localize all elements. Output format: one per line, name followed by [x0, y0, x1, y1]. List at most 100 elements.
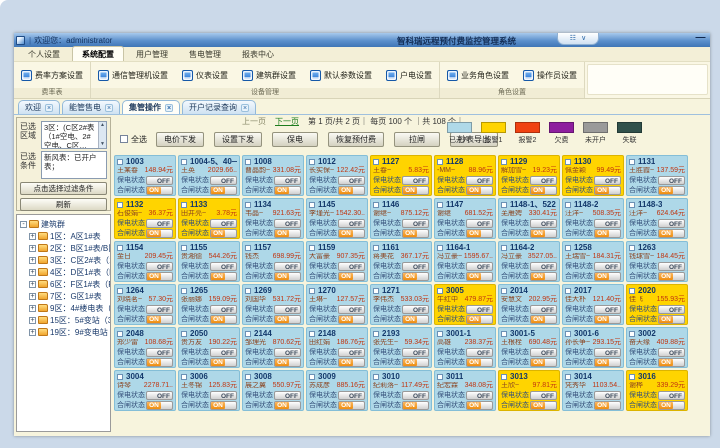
meter-card[interactable]: 1157 钱杰 698.99元 保电状态 OFF — [242, 241, 304, 282]
protect-status-toggle[interactable]: OFF — [274, 348, 301, 357]
protect-status-toggle[interactable]: OFF — [338, 305, 365, 314]
switch-status-toggle[interactable]: ON — [210, 401, 237, 410]
protect-status-toggle[interactable]: OFF — [466, 219, 493, 228]
protect-status-toggle[interactable]: OFF — [338, 391, 365, 400]
meter-card[interactable]: 1127 王春~ 5.83元 保电状态 OFF — [370, 155, 432, 196]
meter-card[interactable]: 1265 张丽娜 159.09元 保电状态 OFF — [178, 284, 240, 325]
expand-icon[interactable]: + — [29, 245, 36, 252]
ribbon-button[interactable]: 通信管理机设置 — [98, 70, 168, 81]
meter-card[interactable]: 1145 李瑾光~ 1542.30.. 保电状态 OFF — [306, 198, 368, 239]
protect-status-toggle[interactable]: OFF — [530, 348, 557, 357]
tree-node[interactable]: + 9区：4#楼电表（4#楼… — [20, 302, 110, 314]
meter-checkbox[interactable] — [117, 374, 123, 380]
switch-status-toggle[interactable]: ON — [146, 229, 173, 238]
meter-card[interactable]: 1159 大富豪 907.35元 保电状态 OFF — [306, 241, 368, 282]
meter-card[interactable]: 1147 谢继 681.52元 保电状态 OFF — [434, 198, 496, 239]
meter-card[interactable]: 1133 田井亮~ 3.78元 保电状态 OFF — [178, 198, 240, 239]
menu-tab[interactable]: 报表中心 — [233, 47, 283, 61]
switch-status-toggle[interactable]: ON — [658, 186, 685, 195]
meter-card[interactable]: 2148 田红娟 186.76元 保电状态 OFF — [306, 327, 368, 368]
protect-status-toggle[interactable]: OFF — [530, 219, 557, 228]
meter-checkbox[interactable] — [117, 159, 123, 165]
meter-checkbox[interactable] — [565, 374, 571, 380]
action-button[interactable]: 设置下发 — [214, 132, 262, 147]
tree-node[interactable]: + 19区：9#变电站（2#… — [20, 326, 110, 338]
switch-status-toggle[interactable]: ON — [210, 272, 237, 281]
meter-card[interactable]: 3008 展之翼 550.97元 保电状态 OFF — [242, 370, 304, 411]
meter-card[interactable]: 3013 王欣~ 97.81元 保电状态 OFF — [498, 370, 560, 411]
tree-node[interactable]: + 6区：F区1#表（F区1#… — [20, 278, 110, 290]
protect-status-toggle[interactable]: OFF — [658, 391, 685, 400]
tree-node[interactable]: + 15区：5#变站（3#变… — [20, 314, 110, 326]
switch-status-toggle[interactable]: ON — [146, 315, 173, 324]
switch-status-toggle[interactable]: ON — [466, 315, 493, 324]
tab-close-icon[interactable]: × — [165, 104, 173, 112]
protect-status-toggle[interactable]: OFF — [338, 348, 365, 357]
meter-card[interactable]: 1132 石俊娟~ 36.37元 保电状态 OFF — [114, 198, 176, 239]
protect-status-toggle[interactable]: OFF — [466, 348, 493, 357]
meter-checkbox[interactable] — [309, 374, 315, 380]
switch-status-toggle[interactable]: ON — [658, 272, 685, 281]
meter-card[interactable]: 3009 苏成彦 885.16元 保电状态 OFF — [306, 370, 368, 411]
protect-status-toggle[interactable]: OFF — [594, 262, 621, 271]
meter-card[interactable]: 1131 王胜霞~ 137.59元 保电状态 OFF — [626, 155, 688, 196]
minimize-button[interactable]: — — [695, 34, 706, 44]
meter-checkbox[interactable] — [245, 374, 251, 380]
meter-card[interactable]: 3001-5 王根栓 690.48元 保电状态 OFF — [498, 327, 560, 368]
switch-status-toggle[interactable]: ON — [402, 358, 429, 367]
protect-status-toggle[interactable]: OFF — [146, 348, 173, 357]
switch-status-toggle[interactable]: ON — [210, 186, 237, 195]
action-button[interactable]: 恢复预付费 — [328, 132, 384, 147]
meter-checkbox[interactable] — [245, 202, 251, 208]
select-all-control[interactable]: 全选 — [120, 134, 147, 145]
protect-status-toggle[interactable]: OFF — [594, 305, 621, 314]
switch-status-toggle[interactable]: ON — [274, 272, 301, 281]
switch-status-toggle[interactable]: ON — [274, 186, 301, 195]
ribbon-button[interactable]: 户电设置 — [386, 70, 432, 81]
protect-status-toggle[interactable]: OFF — [338, 219, 365, 228]
switch-status-toggle[interactable]: ON — [210, 315, 237, 324]
meter-checkbox[interactable] — [309, 202, 315, 208]
protect-status-toggle[interactable]: OFF — [594, 391, 621, 400]
menu-tab[interactable]: 售电管理 — [180, 47, 230, 61]
protect-status-toggle[interactable]: OFF — [402, 176, 429, 185]
protect-status-toggle[interactable]: OFF — [594, 176, 621, 185]
switch-status-toggle[interactable]: ON — [530, 272, 557, 281]
skin-icon[interactable]: ☷ — [570, 35, 576, 42]
protect-status-toggle[interactable]: OFF — [402, 348, 429, 357]
switch-status-toggle[interactable]: ON — [338, 186, 365, 195]
meter-card[interactable]: 1003 王某春 148.94元 保电状态 OFF — [114, 155, 176, 196]
protect-status-toggle[interactable]: OFF — [274, 391, 301, 400]
protect-status-toggle[interactable]: OFF — [594, 219, 621, 228]
meter-card[interactable]: 3016 谢桦 339.29元 保电状态 OFF — [626, 370, 688, 411]
meter-checkbox[interactable] — [565, 331, 571, 337]
switch-status-toggle[interactable]: ON — [594, 401, 621, 410]
meter-card[interactable]: 3010 纪莉落~ 117.49元 保电状态 OFF — [370, 370, 432, 411]
meter-checkbox[interactable] — [309, 288, 315, 294]
document-tab[interactable]: 集管操作 × — [122, 100, 180, 114]
tree-node[interactable]: + 4区：D区1#表（D区1… — [20, 266, 110, 278]
meter-card[interactable]: 1264 刘晓茗~ 57.30元 保电状态 OFF — [114, 284, 176, 325]
protect-status-toggle[interactable]: OFF — [146, 219, 173, 228]
meter-checkbox[interactable] — [565, 288, 571, 294]
switch-status-toggle[interactable]: ON — [594, 315, 621, 324]
meter-card[interactable]: 2048 郑少雷 108.68元 保电状态 OFF — [114, 327, 176, 368]
switch-status-toggle[interactable]: ON — [594, 186, 621, 195]
switch-status-toggle[interactable]: ON — [594, 272, 621, 281]
meter-checkbox[interactable] — [309, 245, 315, 251]
expand-icon[interactable]: + — [29, 281, 36, 288]
meter-card[interactable]: 1270 王琳~ 127.57元 保电状态 OFF — [306, 284, 368, 325]
switch-status-toggle[interactable]: ON — [466, 401, 493, 410]
switch-status-toggle[interactable]: ON — [274, 401, 301, 410]
protect-status-toggle[interactable]: OFF — [210, 348, 237, 357]
meter-card[interactable]: 1161 蒋美花 367.17元 保电状态 OFF — [370, 241, 432, 282]
meter-card[interactable]: 1146 谢继~ 875.12元 保电状态 OFF — [370, 198, 432, 239]
menu-tab[interactable]: 系统配置 — [72, 46, 124, 61]
meter-checkbox[interactable] — [501, 331, 507, 337]
tree-root-node[interactable]: - 建筑群 — [20, 218, 110, 230]
meter-checkbox[interactable] — [181, 331, 187, 337]
protect-status-toggle[interactable]: OFF — [402, 305, 429, 314]
protect-status-toggle[interactable]: OFF — [658, 219, 685, 228]
meter-checkbox[interactable] — [181, 202, 187, 208]
protect-status-toggle[interactable]: OFF — [210, 305, 237, 314]
